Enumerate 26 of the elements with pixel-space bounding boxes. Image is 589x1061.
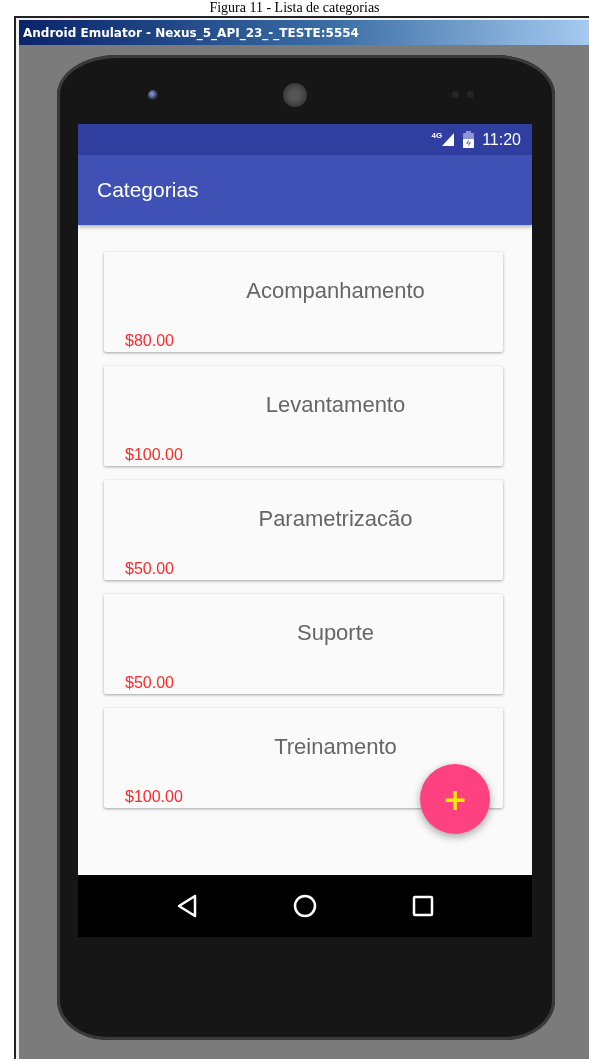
window-title: Android Emulator - Nexus_5_API_23_-_TESTE:5554 bbox=[23, 25, 359, 40]
category-price: $100.00 bbox=[125, 788, 183, 806]
signal-icon bbox=[442, 133, 455, 146]
network-label: 4G bbox=[431, 131, 443, 140]
category-name: Suporte bbox=[296, 620, 375, 646]
category-name: Acompanhamento bbox=[246, 278, 425, 304]
battery-icon bbox=[463, 131, 475, 148]
category-price: $80.00 bbox=[125, 332, 174, 350]
figure-caption: Figura 11 - Lista de categorias bbox=[208, 0, 381, 16]
category-name: Treinamento bbox=[274, 734, 397, 760]
category-price: $50.00 bbox=[125, 560, 174, 578]
app-bar-title: Categorias bbox=[97, 178, 199, 202]
category-card[interactable]: Levantamento $100.00 bbox=[104, 366, 503, 466]
speaker-icon bbox=[283, 82, 307, 107]
home-icon[interactable] bbox=[293, 894, 317, 918]
category-card[interactable]: Suporte $50.00 bbox=[104, 594, 503, 694]
back-icon[interactable] bbox=[175, 894, 198, 918]
category-card[interactable]: Parametrizacão $50.00 bbox=[104, 480, 503, 580]
category-name: Parametrizacão bbox=[258, 506, 413, 532]
category-price: $50.00 bbox=[125, 674, 174, 692]
category-name: Levantamento bbox=[265, 392, 406, 418]
category-card[interactable]: Acompanhamento $80.00 bbox=[104, 252, 503, 352]
category-price: $100.00 bbox=[125, 446, 183, 464]
camera-icon bbox=[148, 89, 158, 100]
clock: 11:20 bbox=[482, 130, 521, 149]
recents-icon[interactable] bbox=[412, 895, 435, 917]
